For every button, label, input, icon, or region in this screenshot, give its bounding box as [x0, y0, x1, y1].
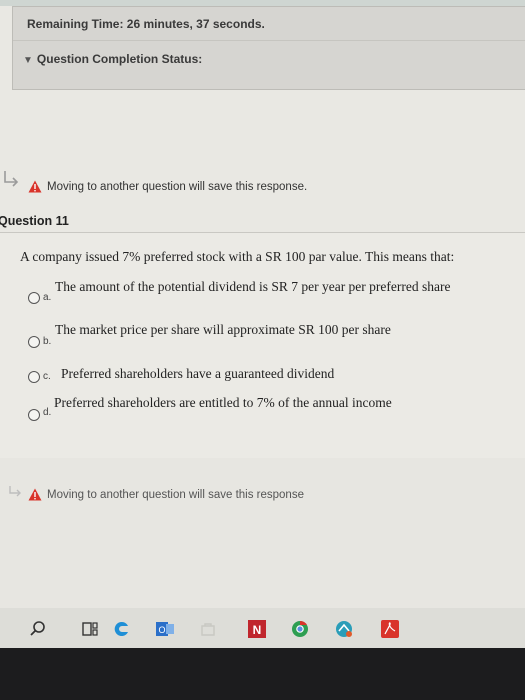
netflix-icon[interactable]: N [247, 619, 267, 639]
option-d-radio[interactable] [28, 409, 40, 421]
option-a-radio[interactable] [28, 292, 40, 304]
task-view-icon[interactable] [80, 619, 100, 639]
option-c-radio[interactable] [28, 371, 40, 383]
option-d-letter: d. [43, 407, 52, 418]
warning-icon [28, 488, 42, 501]
question-panel: A company issued 7% preferred stock with… [0, 233, 525, 458]
warning-text: Moving to another question will save thi… [47, 180, 308, 193]
store-icon[interactable] [198, 619, 218, 639]
taskbar: O N [0, 608, 525, 648]
option-a-letter: a. [43, 292, 52, 303]
option-a-text[interactable]: The amount of the potential dividend is … [55, 279, 451, 295]
chevron-down-icon: ▼ [23, 55, 33, 66]
option-b-text[interactable]: The market price per share will approxim… [55, 322, 391, 338]
option-b-radio[interactable] [28, 336, 40, 348]
warning-icon [28, 180, 42, 193]
option-c-letter: c. [43, 371, 51, 382]
timer-panel: Remaining Time: 26 minutes, 37 seconds. … [12, 6, 525, 90]
question-text: A company issued 7% preferred stock with… [20, 249, 455, 264]
warning-text-bottom: Moving to another question will save thi… [47, 488, 304, 501]
search-icon[interactable] [28, 619, 48, 639]
svg-text:N: N [253, 623, 262, 637]
return-arrow-icon [4, 171, 19, 187]
completion-status-label: Question Completion Status: [36, 52, 203, 66]
divider [13, 40, 525, 41]
option-d-text[interactable]: Preferred shareholders are entitled to 7… [54, 395, 392, 411]
question-header: Question 11 [0, 208, 525, 233]
chrome-icon[interactable] [290, 619, 310, 639]
save-warning-bottom: Moving to another question will save thi… [28, 488, 304, 501]
screen-bezel [0, 648, 525, 700]
return-arrow-icon [9, 486, 21, 497]
question-completion-status[interactable]: ▼ Question Completion Status: [23, 52, 202, 66]
save-warning: Moving to another question will save thi… [28, 180, 307, 193]
acrobat-icon[interactable] [380, 619, 400, 639]
option-c-text[interactable]: Preferred shareholders have a guaranteed… [61, 366, 334, 382]
app-icon[interactable] [334, 619, 354, 639]
outlook-icon[interactable]: O [155, 619, 175, 639]
remaining-time: Remaining Time: 26 minutes, 37 seconds. [27, 17, 265, 31]
question-title: Question 11 [0, 214, 69, 228]
option-b-letter: b. [43, 336, 52, 347]
edge-icon[interactable] [112, 619, 132, 639]
footer-area: Moving to another question will save thi… [0, 458, 525, 608]
svg-text:O: O [158, 625, 165, 635]
